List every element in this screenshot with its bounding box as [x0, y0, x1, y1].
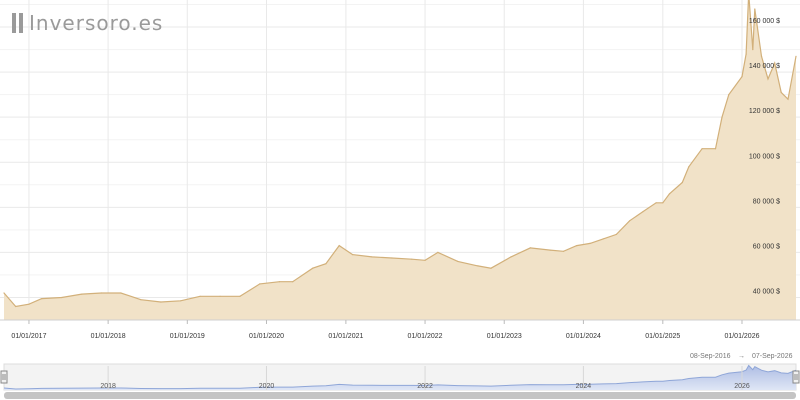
x-tick-label: 01/01/2019 [170, 333, 205, 340]
data-point [589, 242, 591, 244]
data-point [655, 202, 657, 204]
data-point [219, 295, 221, 297]
navigator-handle-right[interactable] [792, 370, 800, 384]
data-point [760, 55, 763, 57]
data-point [278, 281, 281, 283]
data-point [754, 8, 756, 10]
navigator[interactable]: 2018 2020 2022 2024 2026 [0, 363, 800, 391]
data-point [745, 53, 747, 55]
data-point [325, 263, 327, 265]
x-tick-label: 01/01/2021 [328, 333, 363, 340]
data-point [787, 98, 789, 100]
data-point [681, 181, 683, 184]
x-tick-label: 01/01/2022 [408, 333, 443, 340]
data-point [352, 254, 354, 256]
data-point [714, 148, 717, 150]
y-tick-label: 140 000 $ [749, 63, 780, 70]
data-point [15, 305, 17, 308]
data-point [292, 281, 294, 283]
data-point [562, 250, 565, 252]
x-tick-label: 01/01/2017 [11, 333, 46, 340]
data-point [767, 78, 769, 80]
navigator-label: 2018 [100, 383, 116, 390]
y-tick-label: 120 000 $ [749, 108, 780, 115]
y-tick-label: 80 000 $ [753, 198, 780, 205]
navigator-label: 2020 [259, 383, 275, 390]
data-point [477, 265, 479, 267]
x-tick-label: 01/01/2020 [249, 333, 284, 340]
x-tick-label: 01/01/2026 [724, 333, 759, 340]
data-point [510, 256, 512, 258]
data-point [312, 267, 314, 269]
data-point [602, 238, 604, 240]
data-point [41, 298, 43, 300]
data-point [338, 245, 340, 247]
data-point [61, 296, 63, 299]
range-to: 07-Sep-2026 [752, 353, 793, 360]
navigator-label: 2024 [576, 383, 592, 390]
data-point [576, 245, 578, 247]
data-point [180, 300, 182, 302]
data-point [411, 258, 413, 260]
x-tick-label: 01/01/2025 [645, 333, 680, 340]
data-point [490, 267, 492, 269]
price-chart: 40 000 $ 60 000 $ 80 000 $ 100 000 $ 120 000… [0, 0, 800, 399]
data-point [688, 166, 690, 168]
data-point [741, 76, 743, 78]
data-point [160, 301, 162, 303]
navigator-label: 2026 [734, 383, 750, 390]
range-display: 08-Sep-2016 → 07-Sep-2026 [690, 353, 793, 360]
data-point [615, 233, 618, 235]
data-point [549, 249, 551, 251]
data-point [780, 91, 782, 93]
data-point [120, 292, 122, 294]
y-tick-label: 40 000 $ [753, 288, 780, 295]
data-point [437, 251, 439, 253]
data-point [529, 247, 531, 249]
x-tick-label: 01/01/2024 [566, 333, 601, 340]
data-point [371, 256, 373, 258]
data-point [752, 49, 754, 51]
data-point [391, 257, 393, 259]
navigator-label: 2022 [417, 383, 433, 390]
range-from: 08-Sep-2016 [690, 353, 731, 360]
data-point [701, 148, 703, 150]
y-tick-label: 160 000 $ [749, 18, 780, 25]
data-point [795, 55, 797, 57]
data-point [424, 259, 426, 261]
data-point [28, 303, 30, 305]
navigator-scrollbar[interactable] [4, 392, 796, 399]
data-point [668, 193, 671, 195]
range-arrow: → [738, 353, 745, 360]
data-point [3, 292, 5, 294]
y-tick-label: 100 000 $ [749, 153, 780, 160]
navigator-handle-left[interactable] [0, 370, 8, 384]
data-point [721, 116, 723, 118]
logo-bars-icon [12, 13, 23, 33]
data-point [259, 283, 261, 285]
data-point [457, 260, 459, 262]
data-point [100, 292, 102, 294]
data-point [662, 202, 664, 204]
y-tick-label: 60 000 $ [753, 243, 780, 250]
site-logo[interactable]: Inversoro.es [12, 10, 163, 36]
data-point [728, 94, 730, 96]
x-tick-label: 01/01/2018 [91, 333, 126, 340]
data-point [81, 293, 83, 295]
logo-text: Inversoro.es [29, 11, 164, 35]
data-point [140, 299, 142, 301]
x-tick-label: 01/01/2023 [487, 333, 522, 340]
data-point [629, 220, 631, 222]
data-point [199, 295, 201, 297]
x-axis-labels: 01/01/2017 01/01/2018 01/01/2019 01/01/2020… [11, 320, 760, 340]
data-point [239, 295, 241, 297]
data-point [642, 211, 644, 213]
